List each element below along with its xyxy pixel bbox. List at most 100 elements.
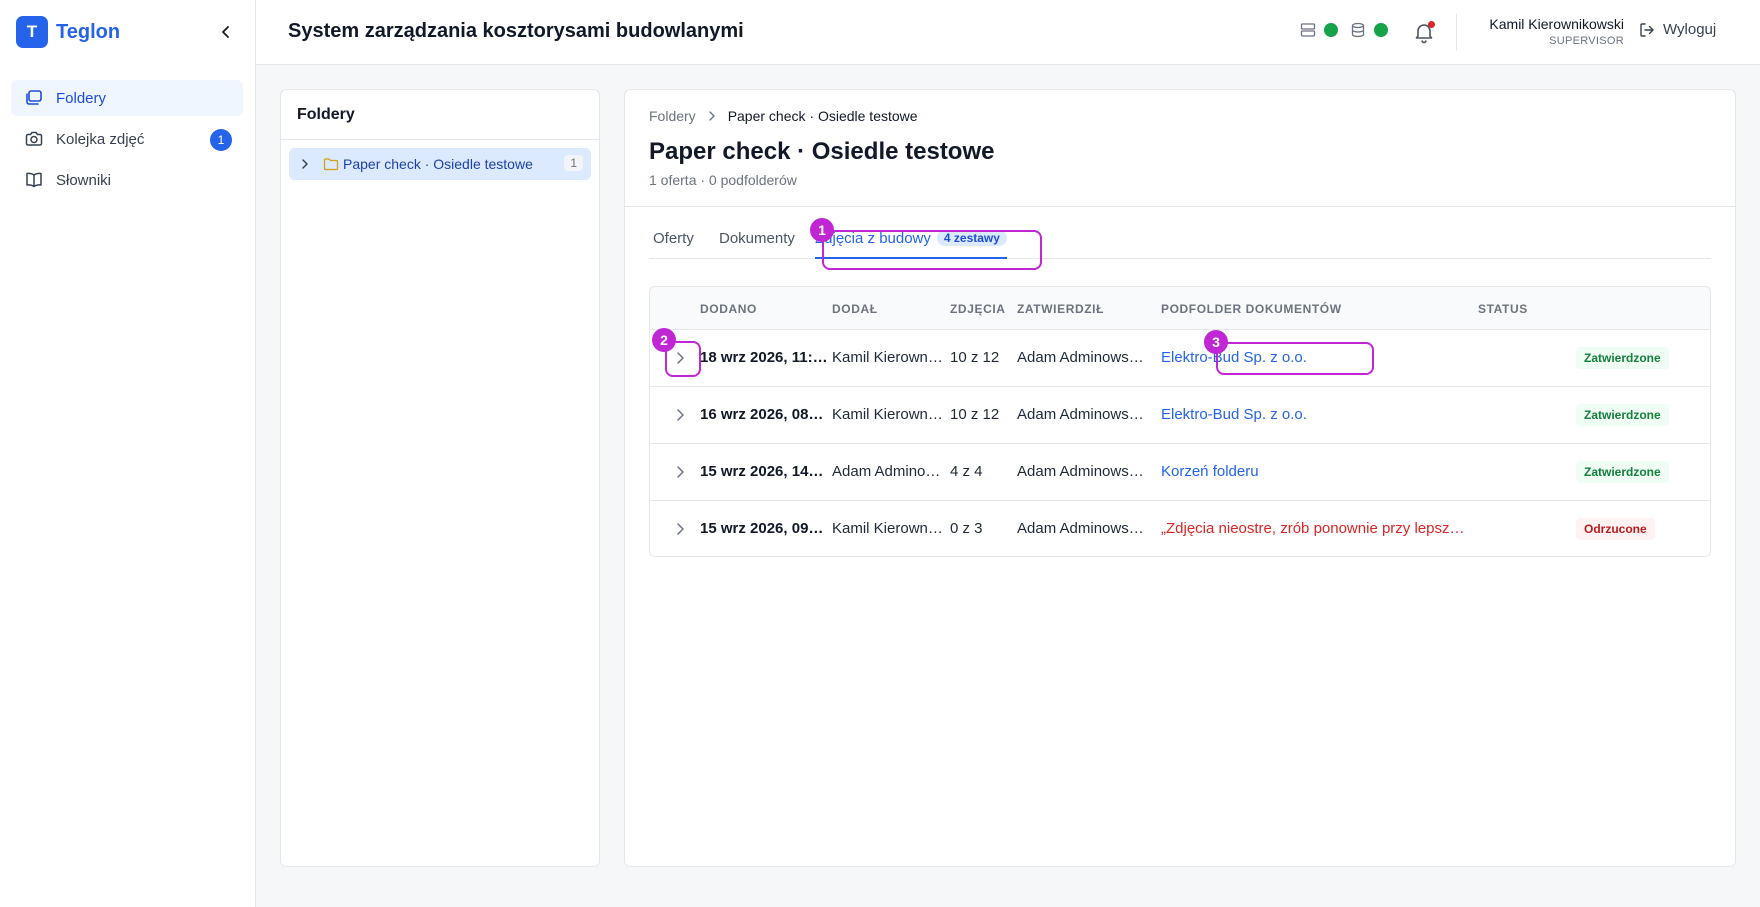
chevron-right-icon [677,466,684,478]
logout-label: Wyloguj [1663,21,1717,38]
annotation-marker-3: 3 [1204,330,1228,354]
top-header: System zarządzania kosztorysami budowlan… [256,0,1760,65]
status-badge: Zatwierdzone [1576,461,1669,483]
expand-row-button[interactable] [670,519,690,539]
chevron-right-icon [677,409,684,421]
cell-added-by: Kamil Kierownikowski [832,349,944,366]
status-badge: Odrzucone [1576,518,1655,540]
photo-sets-count-badge: 4 zestawy [936,230,1007,246]
brand[interactable]: T Teglon [16,16,120,48]
logout-button[interactable]: Wyloguj [1639,21,1716,38]
tab-oferty[interactable]: Oferty [653,230,694,259]
chevron-right-icon[interactable] [299,156,315,172]
tab-dokumenty[interactable]: Dokumenty [719,230,795,259]
server-status [1300,22,1338,38]
folders-panel-title: Foldery [281,90,599,140]
cell-date: 18 wrz 2026, 11:05 [700,349,828,366]
cell-approved-by: Adam Adminowski · 18 wrz 2026 [1017,349,1149,366]
sidebar: T Teglon Foldery Kolejka zdjęć 1 Słownik… [0,0,256,907]
expand-row-button[interactable] [670,348,690,368]
cell-approved-by: Adam Adminowski · 16 wrz 2026 [1017,406,1149,423]
folder-icon [323,156,339,172]
breadcrumb-root-link[interactable]: Foldery [649,108,696,124]
status-badge: Zatwierdzone [1576,404,1669,426]
cell-date: 16 wrz 2026, 08:30 [700,406,828,423]
folder-tree-label: Paper check · Osiedle testowe [343,156,533,172]
table-header: DODANO DODAŁ ZDJĘCIA ZATWIERDZIŁ PODFOLD… [650,287,1710,330]
folders-panel: Foldery Paper check · Osiedle testowe 1 [280,89,600,867]
server-icon [1300,23,1316,37]
cell-added-by: Kamil Kierownikowski [832,520,944,537]
notification-dot [1428,21,1435,28]
tab-label: Dokumenty [719,230,795,247]
subfolder-link[interactable]: Elektro-Bud Sp. z o.o. [1161,406,1461,423]
page-title: Paper check · Osiedle testowe [649,138,995,165]
cell-photos: 4 z 4 [950,463,983,480]
column-header-zatwierdzil: ZATWIERDZIŁ [1017,302,1105,316]
sidebar-item-slowniki[interactable]: Słowniki [11,162,243,198]
tab-zdjecia-z-budowy[interactable]: Zdjęcia z budowy 4 zestawy [815,230,1007,259]
chevron-right-icon [677,523,684,535]
column-header-status: STATUS [1478,302,1528,316]
status-badge: Zatwierdzone [1576,347,1669,369]
server-status-dot [1324,23,1338,37]
sidebar-item-kolejka-zdjec[interactable]: Kolejka zdjęć 1 [11,121,243,157]
user-name: Kamil Kierownikowski [1489,16,1624,32]
cell-added-by: Kamil Kierownikowski [832,406,944,423]
database-icon [1351,22,1365,38]
collapse-sidebar-button[interactable] [216,22,236,42]
header-divider [1456,14,1457,51]
table-row[interactable]: 18 wrz 2026, 11:05 Kamil Kierownikowski … [650,330,1710,387]
folders-icon [24,88,44,108]
column-header-dodano: DODANO [700,302,757,316]
sidebar-item-foldery[interactable]: Foldery [11,80,243,116]
user-role: SUPERVISOR [1549,35,1624,47]
cell-photos: 10 z 12 [950,349,1000,366]
photo-sets-table: DODANO DODAŁ ZDJĘCIA ZATWIERDZIŁ PODFOLD… [649,286,1711,557]
column-header-podfolder: PODFOLDER DOKUMENTÓW [1161,302,1342,316]
cell-approved-by: Adam Adminowski · 15 wrz 2026 [1017,520,1149,537]
queue-count-badge: 1 [210,129,232,151]
book-icon [24,170,44,190]
sidebar-item-label: Foldery [56,89,107,107]
database-status-dot [1374,23,1388,37]
folder-item-count: 1 [564,155,583,171]
database-status [1350,22,1388,38]
sidebar-item-label: Kolejka zdjęć [56,130,145,148]
cell-photos: 0 z 3 [950,520,983,537]
table-row[interactable]: 16 wrz 2026, 08:30 Kamil Kierownikowski … [650,387,1710,444]
chevron-left-icon [222,26,229,38]
breadcrumb-current: Paper check · Osiedle testowe [727,108,918,124]
sidebar-nav: Foldery Kolejka zdjęć 1 Słowniki [11,80,243,203]
breadcrumb: Foldery Paper check · Osiedle testowe [649,108,918,124]
chevron-right-icon [677,352,684,364]
cell-photos: 10 z 12 [950,406,1000,423]
sidebar-item-label: Słowniki [56,171,112,189]
logout-icon [1640,22,1654,37]
cell-approved-by: Adam Adminowski · 15 wrz 2026 [1017,463,1149,480]
table-row[interactable]: 15 wrz 2026, 14:15 Adam Adminowski 4 z 4… [650,444,1710,501]
rejection-reason: „Zdjęcia nieostre, zrób ponownie przy le… [1161,520,1465,537]
brand-name: Teglon [56,20,121,43]
column-header-zdjecia: ZDJĘCIA [950,302,1006,316]
expand-row-button[interactable] [670,405,690,425]
subfolder-link[interactable]: Korzeń folderu [1161,463,1461,480]
folder-tree-item[interactable]: Paper check · Osiedle testowe 1 [289,148,591,180]
subfolder-link[interactable]: Elektro-Bud Sp. z o.o. [1161,349,1461,366]
notifications-button[interactable] [1412,20,1436,44]
column-header-dodal: DODAŁ [832,302,878,316]
chevron-right-icon [706,110,718,122]
divider [625,206,1735,207]
expand-row-button[interactable] [670,462,690,482]
annotation-marker-1: 1 [810,218,834,242]
tab-bar: Oferty Dokumenty Zdjęcia z budowy 4 zesta… [649,230,1711,259]
cell-added-by: Adam Adminowski [832,463,944,480]
cell-date: 15 wrz 2026, 14:15 [700,463,828,480]
annotation-marker-2: 2 [652,328,676,352]
page-subtitle: 1 oferta · 0 podfolderów [649,172,797,188]
folder-detail-panel: Foldery Paper check · Osiedle testowe Pa… [624,89,1736,867]
cell-date: 15 wrz 2026, 09:50 [700,520,828,537]
brand-logo: T [16,16,48,48]
tab-label: Oferty [653,230,694,247]
table-row[interactable]: 15 wrz 2026, 09:50 Kamil Kierownikowski … [650,501,1710,556]
